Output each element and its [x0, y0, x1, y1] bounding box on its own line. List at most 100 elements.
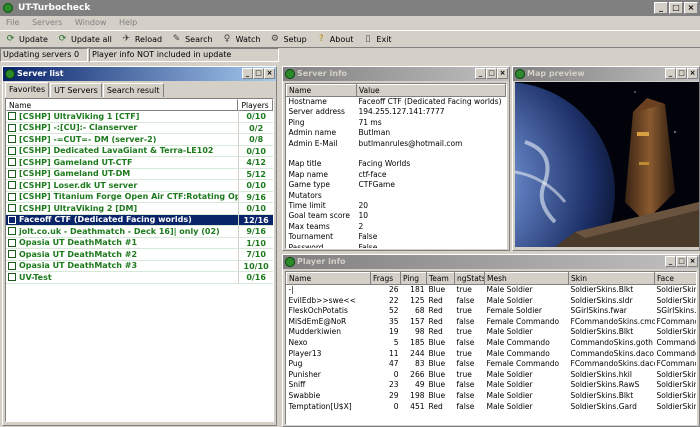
server-row[interactable]: [CSHP] Gameland UT-CTF 4/12 — [6, 157, 273, 169]
server-info-row[interactable]: Time limit 20 — [287, 201, 506, 211]
player-info-maximize-button[interactable]: □ — [676, 256, 687, 267]
server-checkbox[interactable] — [8, 158, 16, 167]
maximize-button[interactable]: □ — [669, 2, 683, 14]
server-row[interactable]: Opasia UT DeathMatch #2 7/10 — [6, 249, 273, 261]
player-column-header[interactable]: Mesh — [484, 272, 569, 285]
server-checkbox[interactable] — [8, 169, 16, 178]
server-list-close-button[interactable]: × — [264, 68, 275, 79]
close-button[interactable]: × — [684, 2, 698, 14]
player-row[interactable]: EvilEdb>>swe<< 22 125 Red false Male Soldier S… — [287, 296, 697, 307]
server-checkbox[interactable] — [8, 250, 16, 259]
server-row[interactable]: [CSHP] UltraViking 2 [DM] 0/10 — [6, 203, 273, 215]
exit-button[interactable]: ▯ Exit — [359, 31, 397, 47]
server-info-row[interactable]: Server address 194.255.127.141:7777 — [287, 107, 506, 117]
player-row[interactable]: Nexo 5 185 Blue false Male Commando CommandoSk… — [287, 338, 697, 349]
setup-button[interactable]: ⚙ Setup — [266, 31, 312, 47]
server-info-row[interactable]: Password False — [287, 243, 506, 248]
server-row[interactable]: Opasia UT DeathMatch #3 10/10 — [6, 260, 273, 272]
player-row[interactable]: MiSdEmE@NoR 35 157 Red false Female Commando F… — [287, 317, 697, 328]
server-list-maximize-button[interactable]: □ — [253, 68, 264, 79]
server-row[interactable]: Faceoff CTF (Dedicated Facing worlds) 12/… — [6, 214, 273, 226]
server-checkbox[interactable] — [8, 273, 16, 282]
server-checkbox[interactable] — [8, 204, 16, 213]
player-column-header[interactable]: Frags — [370, 272, 401, 285]
player-row[interactable]: Punisher 0 266 Blue true Male Soldier SoldierS… — [287, 370, 697, 381]
server-row[interactable]: [CSHP] Loser.dk UT server 0/10 — [6, 180, 273, 192]
server-checkbox[interactable] — [8, 181, 16, 190]
player-column-header[interactable]: ngStats — [454, 272, 485, 285]
player-column-header[interactable]: Face — [654, 272, 696, 285]
player-row[interactable]: Player13 11 244 Blue true Male Commando Comman… — [287, 349, 697, 360]
server-row[interactable]: [CSHP] Gameland UT-DM 5/12 — [6, 168, 273, 180]
server-info-row[interactable]: Tournament False — [287, 232, 506, 242]
map-preview-maximize-button[interactable]: □ — [676, 68, 687, 79]
server-info-row[interactable]: Admin E-Mail butlmanrules@hotmail.com — [287, 139, 506, 149]
server-checkbox[interactable] — [8, 123, 16, 132]
server-list-minimize-button[interactable]: _ — [242, 68, 253, 79]
player-column-header[interactable]: Team — [426, 272, 455, 285]
about-button[interactable]: ? About — [313, 31, 360, 47]
tab-ut-servers[interactable]: UT Servers — [50, 83, 102, 97]
menu-servers[interactable]: Servers — [32, 18, 62, 27]
server-info-row[interactable]: Max teams 2 — [287, 222, 506, 232]
tab-favorites[interactable]: Favorites — [5, 82, 50, 97]
server-info-row[interactable]: Map name ctf-face — [287, 170, 506, 180]
player-row[interactable]: Sniff 23 49 Blue false Male Soldier SoldierSki… — [287, 380, 697, 391]
server-row[interactable]: Opasia UT DeathMatch #1 1/10 — [6, 237, 273, 249]
update-all-button[interactable]: ⟳ Update all — [54, 31, 118, 47]
map-preview-minimize-button[interactable]: _ — [665, 68, 676, 79]
server-info-row[interactable]: Hostname Faceoff CTF (Dedicated Facing wo… — [287, 97, 506, 108]
player-info-titlebar[interactable]: Player info _ □ × — [283, 255, 699, 269]
server-info-row[interactable]: Mutators — [287, 191, 506, 201]
server-info-maximize-button[interactable]: □ — [486, 68, 497, 79]
server-row[interactable]: [CSHP] UltraViking 1 [CTF] 0/10 — [6, 111, 273, 123]
player-info-close-button[interactable]: × — [687, 256, 698, 267]
player-row[interactable]: Pug 47 83 Blue false Female Commando FCommando… — [287, 359, 697, 370]
server-checkbox[interactable] — [8, 146, 16, 155]
minimize-button[interactable]: _ — [654, 2, 668, 14]
player-row[interactable]: Mudderkiwien 19 98 Red true Male Soldier Soldi… — [287, 327, 697, 338]
player-column-header[interactable]: Name — [286, 272, 371, 285]
menu-window[interactable]: Window — [75, 18, 107, 27]
watch-button[interactable]: ♀ Watch — [219, 31, 267, 47]
server-info-minimize-button[interactable]: _ — [475, 68, 486, 79]
server-row[interactable]: UV-Test 0/16 — [6, 272, 273, 284]
server-list-titlebar[interactable]: Server list _ □ × — [3, 67, 276, 81]
server-row[interactable]: [CSHP] -:[CU]:- Clanserver 0/2 — [6, 122, 273, 134]
server-row[interactable]: [CSHP] Dedicated LavaGiant & Terra-LE102… — [6, 145, 273, 157]
server-checkbox[interactable] — [8, 112, 16, 121]
server-info-row[interactable]: Ping 71 ms — [287, 118, 506, 128]
column-header-value[interactable]: Value — [356, 84, 506, 97]
menu-file[interactable]: File — [6, 18, 19, 27]
server-row[interactable]: [CSHP] Titanium Forge Open Air CTF:Rotat… — [6, 191, 273, 203]
tab-search-result[interactable]: Search result — [102, 83, 164, 97]
search-button[interactable]: ✎ Search — [168, 31, 218, 47]
server-info-row[interactable]: Admin name Butlman — [287, 128, 506, 138]
update-button[interactable]: ⟳ Update — [2, 31, 54, 47]
server-checkbox[interactable] — [8, 192, 16, 201]
server-info-close-button[interactable]: × — [497, 68, 508, 79]
map-preview-close-button[interactable]: × — [687, 68, 698, 79]
window-title-bar[interactable]: UT-Turbocheck _ □ × — [0, 0, 700, 16]
player-row[interactable]: Temptation[U$X] 0 451 Red false Male Soldier S… — [287, 402, 697, 413]
server-info-row[interactable] — [287, 149, 506, 159]
server-checkbox[interactable] — [8, 135, 16, 144]
player-row[interactable]: Swabbie 29 198 Blue false Male Soldier Soldier… — [287, 391, 697, 402]
server-row[interactable]: jolt.co.uk - Deathmatch - Deck 16]| only… — [6, 226, 273, 238]
menu-help[interactable]: Help — [119, 18, 137, 27]
server-checkbox[interactable] — [8, 238, 16, 247]
player-column-header[interactable]: Skin — [568, 272, 655, 285]
column-header-name[interactable]: Name — [6, 99, 239, 111]
server-row[interactable]: [CSHP] -=CUT=- DM (server-2) 0/8 — [6, 134, 273, 146]
server-checkbox[interactable] — [8, 261, 16, 270]
server-info-row[interactable]: Game type CTFGame — [287, 180, 506, 190]
column-header-name[interactable]: Name — [286, 84, 357, 97]
player-row[interactable]: -| 26 181 Blue true Male Soldier SoldierSkins.… — [287, 285, 697, 296]
map-preview-titlebar[interactable]: Map preview _ □ × — [513, 67, 699, 81]
server-info-row[interactable]: Goal team score 10 — [287, 211, 506, 221]
server-checkbox[interactable] — [8, 215, 16, 224]
column-header-players[interactable]: Players — [238, 99, 273, 111]
player-column-header[interactable]: Ping — [400, 272, 427, 285]
server-info-row[interactable]: Map title Facing Worlds — [287, 159, 506, 169]
reload-button[interactable]: ✈ Reload — [118, 31, 168, 47]
